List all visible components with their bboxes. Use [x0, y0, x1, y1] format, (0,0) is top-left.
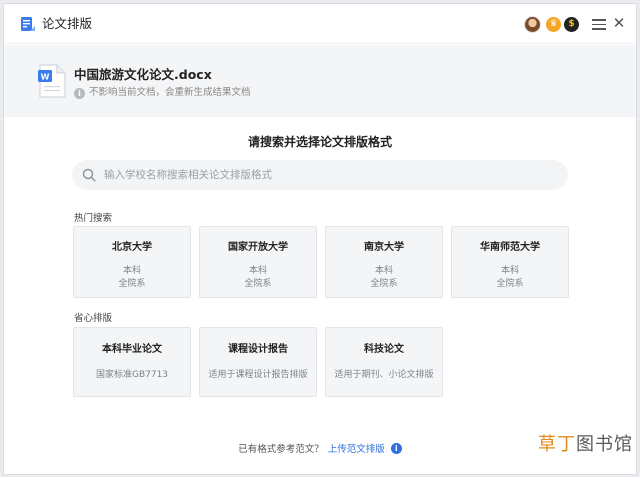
school-search-box[interactable]: [72, 160, 568, 190]
vip-badge-icon[interactable]: ♛: [546, 17, 561, 32]
template-title: 课程设计报告: [228, 344, 288, 355]
school-name: 国家开放大学: [228, 242, 288, 253]
school-name: 华南师范大学: [480, 242, 540, 253]
app-window: 论文排版 ♛ $ ✕ W 中国旅游文化论文.docx i 不影响当前文档，会重新…: [3, 3, 637, 475]
degree-level: 本科: [122, 266, 141, 276]
school-name: 南京大学: [364, 242, 404, 253]
menu-icon[interactable]: [592, 16, 606, 32]
file-note: i 不影响当前文档，会重新生成结果文档: [74, 86, 251, 100]
template-title: 科技论文: [364, 344, 404, 355]
file-name: 中国旅游文化论文.docx: [74, 67, 212, 82]
degree-level: 本科: [500, 266, 519, 276]
format-select-heading: 请搜索并选择论文排版格式: [247, 135, 392, 149]
template-desc: 适用于课程设计报告排版: [208, 370, 308, 380]
degree-level: 本科: [248, 266, 267, 276]
template-title: 本科毕业论文: [102, 344, 162, 355]
school-card-peking-university[interactable]: 北京大学 本科 全院系: [73, 226, 191, 298]
current-file-panel: W 中国旅游文化论文.docx i 不影响当前文档，会重新生成结果文档: [4, 45, 636, 117]
word-document-icon: W: [38, 64, 66, 98]
template-desc: 国家标准GB7713: [95, 370, 169, 380]
template-card-sci-tech-paper[interactable]: 科技论文 适用于期刊、小论文排版: [325, 327, 443, 397]
degree-level: 本科: [374, 266, 393, 276]
department-scope: 全院系: [496, 279, 524, 289]
easy-layout-label: 省心排版: [74, 313, 113, 324]
school-name: 北京大学: [112, 242, 152, 253]
department-scope: 全院系: [370, 279, 398, 289]
footer-question: 已有格式参考范文？: [238, 444, 324, 455]
app-title: 论文排版: [42, 16, 93, 31]
school-card-nanjing-university[interactable]: 南京大学 本科 全院系: [325, 226, 443, 298]
svg-text:W: W: [41, 73, 50, 82]
search-input[interactable]: [104, 169, 544, 181]
app-logo-icon: [21, 17, 35, 31]
template-desc: 适用于期刊、小论文排版: [334, 370, 434, 380]
upload-sample-link[interactable]: 上传范文排版: [328, 441, 385, 455]
info-icon: i: [74, 87, 85, 99]
hot-search-label: 热门搜索: [74, 213, 113, 224]
department-scope: 全院系: [118, 279, 146, 289]
search-icon: [82, 168, 96, 182]
file-note-text: 不影响当前文档，会重新生成结果文档: [89, 87, 251, 98]
template-card-bachelor-thesis[interactable]: 本科毕业论文 国家标准GB7713: [73, 327, 191, 397]
template-card-course-report[interactable]: 课程设计报告 适用于课程设计报告排版: [199, 327, 317, 397]
user-avatar[interactable]: [524, 16, 541, 33]
info-icon[interactable]: i: [390, 442, 402, 454]
school-card-open-university[interactable]: 国家开放大学 本科 全院系: [199, 226, 317, 298]
close-icon[interactable]: ✕: [612, 15, 626, 31]
coin-badge-icon[interactable]: $: [564, 17, 579, 32]
title-bar: 论文排版 ♛ $ ✕: [4, 4, 636, 44]
watermark-logo: 草丁图书馆: [538, 434, 633, 455]
department-scope: 全院系: [244, 279, 272, 289]
school-card-south-china-normal[interactable]: 华南师范大学 本科 全院系: [451, 226, 569, 298]
